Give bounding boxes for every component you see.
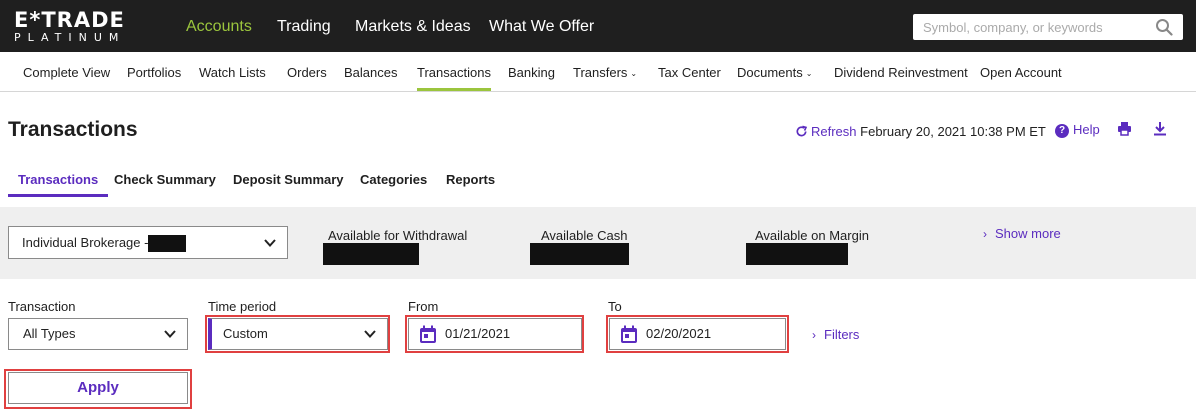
chevron-right-icon: ›	[983, 227, 987, 241]
help-icon: ?	[1055, 124, 1069, 138]
time-period-label: Time period	[208, 299, 277, 314]
etrade-logo[interactable]: E*TRADE PLATINUM	[14, 10, 125, 44]
from-date-label: From	[408, 299, 439, 314]
topnav-markets-ideas[interactable]: Markets & Ideas	[355, 0, 471, 52]
topnav-accounts[interactable]: Accounts	[186, 0, 252, 52]
chevron-right-icon: ›	[812, 328, 816, 342]
redacted-account-number	[148, 235, 187, 253]
subnav-transfers[interactable]: Transfers ⌄	[573, 52, 637, 92]
time-period-select[interactable]: Custom	[208, 318, 388, 350]
logo-wordmark: E*TRADE	[14, 8, 125, 32]
subnav-documents-label: Documents	[737, 65, 803, 80]
available-margin-label: Available on Margin	[755, 228, 869, 243]
search-input[interactable]	[913, 14, 1148, 40]
to-date-label: To	[608, 299, 622, 314]
subnav-balances[interactable]: Balances	[344, 52, 397, 92]
subnav-transactions[interactable]: Transactions	[417, 52, 491, 91]
account-select-value: Individual Brokerage -	[22, 235, 149, 250]
subnav-banking[interactable]: Banking	[508, 52, 555, 92]
apply-button[interactable]: Apply	[8, 372, 188, 404]
subnav-watch-lists[interactable]: Watch Lists	[199, 52, 266, 92]
print-icon[interactable]	[1117, 121, 1132, 136]
refresh-label: Refresh	[811, 124, 857, 139]
time-period-value: Custom	[223, 326, 268, 341]
refresh-icon	[796, 125, 808, 137]
chevron-down-icon	[264, 239, 276, 247]
subnav-tax-center[interactable]: Tax Center	[658, 52, 721, 92]
subnav-orders[interactable]: Orders	[287, 52, 327, 92]
refresh-timestamp: February 20, 2021 10:38 PM ET	[860, 124, 1046, 139]
subnav-open-account[interactable]: Open Account	[980, 52, 1062, 92]
calendar-icon[interactable]	[419, 325, 437, 344]
tab-deposit-summary[interactable]: Deposit Summary	[233, 172, 344, 196]
transaction-type-value: All Types	[23, 326, 76, 341]
help-link[interactable]: ? Help	[1055, 122, 1100, 138]
available-cash-label: Available Cash	[541, 228, 628, 243]
filters-label: Filters	[824, 327, 860, 342]
topnav-trading[interactable]: Trading	[277, 0, 331, 52]
transaction-type-select[interactable]: All Types	[8, 318, 188, 350]
calendar-icon[interactable]	[620, 325, 638, 344]
to-date-field[interactable]: 02/20/2021	[609, 318, 786, 350]
search-icon[interactable]	[1155, 18, 1173, 36]
top-bar: E*TRADE PLATINUM Accounts Trading Market…	[0, 0, 1196, 52]
show-more-label: Show more	[995, 226, 1061, 241]
subnav-documents[interactable]: Documents ⌄	[737, 52, 812, 92]
available-withdrawal-value-redacted	[323, 243, 419, 265]
from-date-field[interactable]: 01/21/2021	[408, 318, 582, 350]
to-date-value: 02/20/2021	[646, 326, 712, 341]
sub-nav: Complete View Portfolios Watch Lists Ord…	[0, 52, 1196, 92]
available-cash-value-redacted	[530, 243, 629, 265]
subnav-complete-view[interactable]: Complete View	[23, 52, 110, 92]
page-title: Transactions	[8, 118, 138, 141]
subnav-dividend-reinvestment[interactable]: Dividend Reinvestment	[834, 52, 968, 92]
logo-tier: PLATINUM	[14, 31, 126, 44]
subnav-portfolios[interactable]: Portfolios	[127, 52, 181, 92]
topnav-what-we-offer[interactable]: What We Offer	[489, 0, 594, 52]
help-label: Help	[1073, 122, 1100, 137]
transaction-type-label: Transaction	[8, 299, 76, 314]
available-margin-value-redacted	[746, 243, 848, 265]
chevron-down-icon	[364, 330, 376, 338]
show-more-link[interactable]: › Show more	[983, 226, 1061, 241]
refresh-button[interactable]: Refresh	[795, 124, 857, 139]
subnav-transfers-label: Transfers	[573, 65, 628, 80]
chevron-down-icon	[164, 330, 176, 338]
chevron-down-icon: ⌄	[805, 69, 813, 78]
from-date-value: 01/21/2021	[445, 326, 511, 341]
filters-link[interactable]: › Filters	[812, 327, 859, 342]
tab-categories[interactable]: Categories	[360, 172, 427, 196]
tab-transactions[interactable]: Transactions	[8, 172, 109, 197]
tab-check-summary[interactable]: Check Summary	[114, 172, 216, 196]
refresh-area: Refresh February 20, 2021 10:38 PM ET	[795, 124, 1046, 139]
available-withdrawal-label: Available for Withdrawal	[328, 228, 468, 243]
tab-reports[interactable]: Reports	[446, 172, 495, 196]
download-icon[interactable]	[1153, 121, 1167, 136]
chevron-down-icon: ⌄	[630, 69, 638, 78]
account-select[interactable]: Individual Brokerage -	[8, 226, 288, 259]
search-box	[913, 14, 1183, 40]
